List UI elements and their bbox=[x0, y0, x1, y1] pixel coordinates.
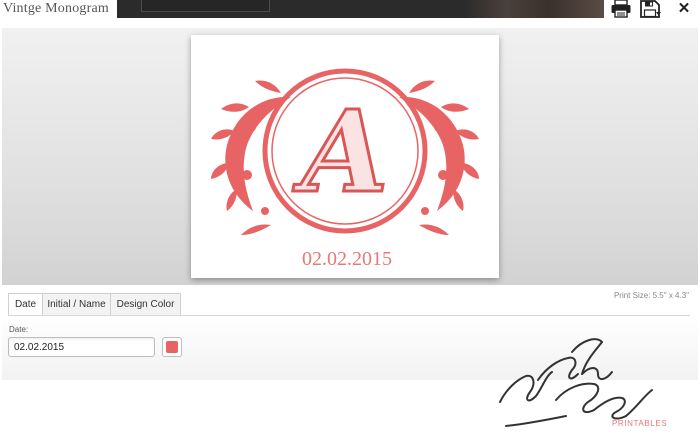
tab-initial-name[interactable]: Initial / Name bbox=[42, 293, 111, 316]
printables-label: PRINTABLES bbox=[612, 419, 668, 428]
date-field-label: Date: bbox=[9, 325, 29, 334]
monogram-design: A 02.02.2015 bbox=[211, 68, 479, 270]
monogram-date: 02.02.2015 bbox=[302, 248, 392, 270]
tab-date[interactable]: Date bbox=[8, 293, 43, 316]
close-icon[interactable]: ✕ bbox=[676, 1, 692, 17]
monogram-preview-card: A 02.02.2015 bbox=[191, 35, 499, 278]
left-floral-wreath bbox=[211, 80, 291, 235]
print-size-label: Print Size: 5.5" x 4.3" bbox=[613, 291, 689, 300]
color-swatch-fill bbox=[166, 341, 178, 353]
header-strip bbox=[117, 0, 604, 18]
header-strip-box bbox=[141, 0, 270, 12]
header-photo bbox=[464, 0, 604, 18]
save-icon[interactable] bbox=[640, 0, 662, 18]
window-title: Vintge Monogram bbox=[3, 1, 109, 16]
title-bar: Vintge Monogram ✕ bbox=[0, 0, 700, 19]
tab-design-color[interactable]: Design Color bbox=[110, 293, 181, 316]
printer-icon[interactable] bbox=[610, 0, 632, 18]
date-field[interactable] bbox=[8, 337, 155, 357]
color-swatch-button[interactable] bbox=[162, 337, 182, 357]
monogram-initial: A bbox=[293, 87, 389, 218]
right-floral-wreath bbox=[399, 80, 479, 235]
